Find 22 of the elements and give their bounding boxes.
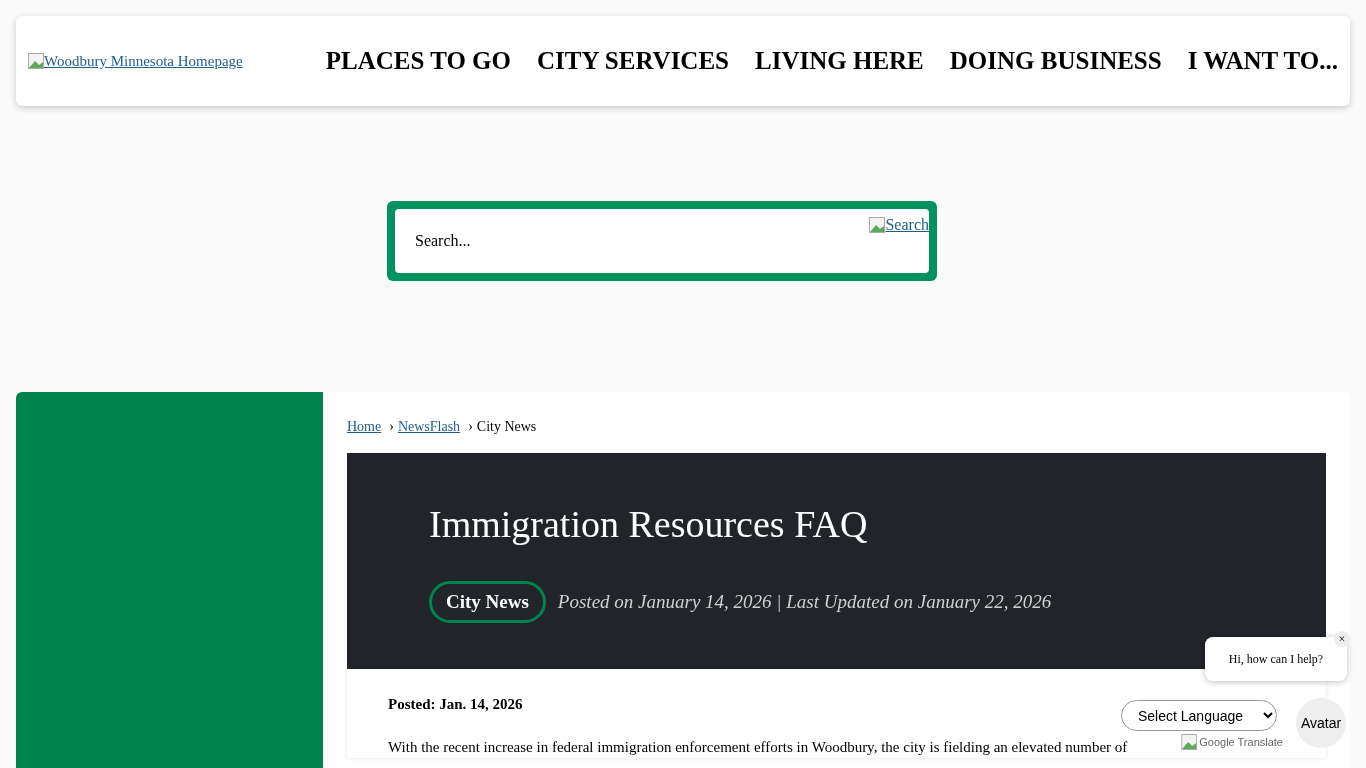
posted-date: Posted: Jan. 14, 2026 bbox=[388, 695, 523, 714]
post-dates: Posted on January 14, 2026 | Last Updated on January 22, 2026 bbox=[557, 589, 1052, 614]
article-title: Immigration Resources FAQ bbox=[429, 502, 869, 547]
search-link[interactable]: Search bbox=[869, 213, 929, 237]
breadcrumb-current: City News bbox=[476, 418, 537, 436]
breadcrumb-separator: › bbox=[468, 418, 473, 436]
nav-link[interactable]: LIVING HERE bbox=[755, 42, 924, 80]
language-select[interactable]: Select Language bbox=[1121, 700, 1277, 731]
nav-link[interactable]: CITY SERVICES bbox=[537, 42, 729, 80]
translate-label: Google Translate bbox=[1199, 735, 1283, 750]
chat-greeting: Hi, how can I help? bbox=[1228, 651, 1324, 668]
logo-link[interactable]: Woodbury Minnesota Homepage bbox=[28, 49, 243, 73]
breadcrumb-link[interactable]: Home bbox=[347, 416, 382, 437]
nav-link[interactable]: DOING BUSINESS bbox=[949, 42, 1162, 80]
breadcrumb-separator: › bbox=[389, 418, 394, 436]
article-paragraph: With the recent increase in federal immigration enforcement efforts in Woodbury, the city is fielding an elevated number of bbox=[388, 737, 1128, 757]
category-tag[interactable]: City News bbox=[429, 580, 546, 623]
nav-link[interactable]: I WANT TO... bbox=[1187, 42, 1338, 80]
nav-link[interactable]: PLACES TO GO bbox=[325, 42, 511, 80]
broken-image-icon bbox=[869, 217, 886, 233]
broken-image-icon bbox=[28, 53, 44, 69]
breadcrumb-link[interactable]: NewsFlash bbox=[397, 416, 461, 437]
